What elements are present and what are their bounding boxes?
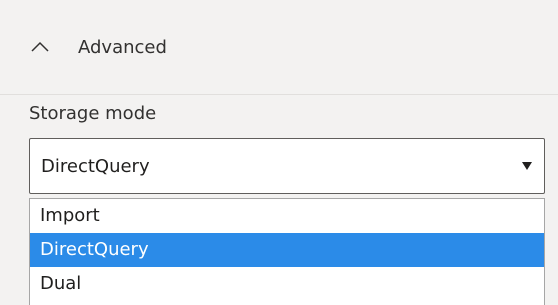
caret-down-icon: [522, 162, 532, 170]
section-title: Advanced: [78, 36, 167, 58]
chevron-up-icon: [31, 41, 49, 52]
storage-mode-select[interactable]: DirectQuery: [29, 138, 545, 194]
advanced-panel: Advanced Storage mode DirectQuery Import…: [0, 0, 558, 305]
option-dual[interactable]: Dual: [30, 267, 544, 301]
storage-mode-selected-value: DirectQuery: [41, 155, 150, 177]
section-divider: [0, 94, 558, 95]
advanced-section-header[interactable]: Advanced: [0, 0, 558, 94]
option-import[interactable]: Import: [30, 199, 544, 233]
storage-mode-label: Storage mode: [29, 103, 157, 124]
option-directquery[interactable]: DirectQuery: [30, 233, 544, 267]
storage-mode-options-list: Import DirectQuery Dual: [29, 198, 545, 305]
